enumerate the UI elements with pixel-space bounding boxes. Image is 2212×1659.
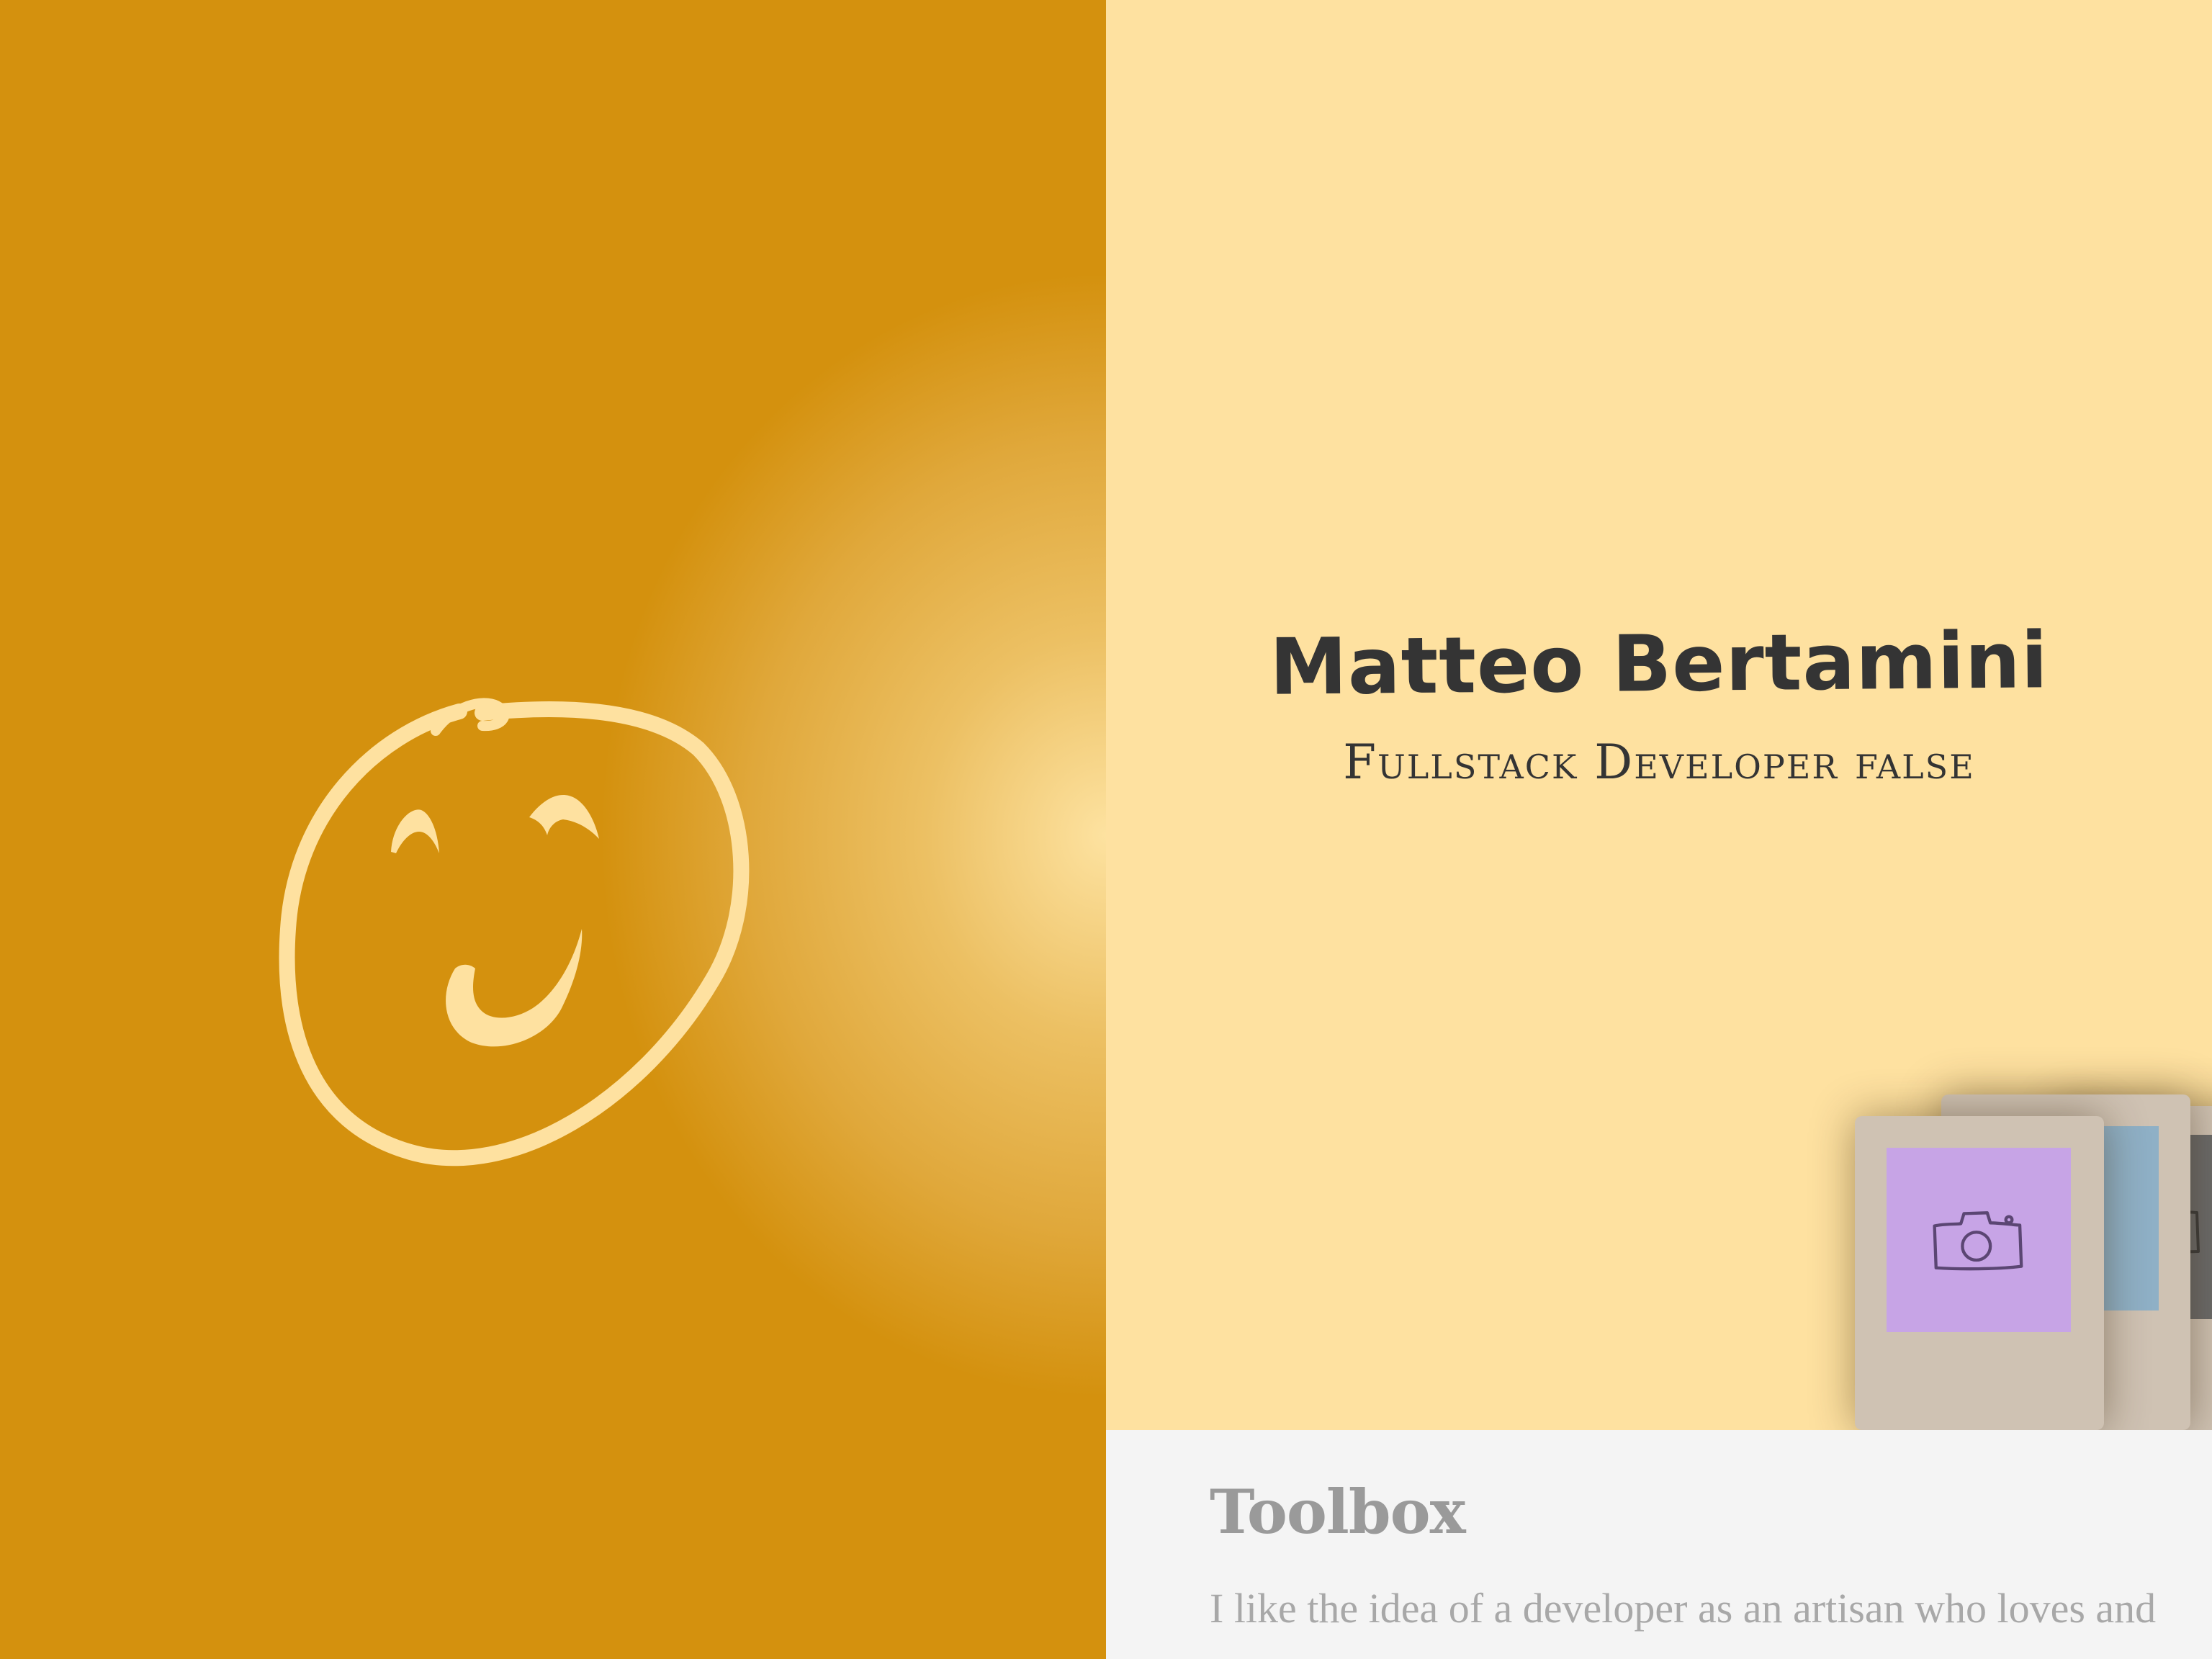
toolbox-description: I like the idea of a developer as an art…: [1210, 1585, 2157, 1632]
hero-name: Matteo Bertamini: [1269, 616, 2049, 713]
photo-gallery[interactable]: [1768, 1080, 2212, 1430]
photo-placeholder: [1887, 1148, 2071, 1332]
hero-logo-panel: [0, 0, 1106, 1659]
hero-section: Matteo Bertamini Fullstack Developer fal…: [1106, 0, 2212, 1430]
camera-icon: [1933, 1211, 2023, 1271]
toolbox-section: Toolbox I like the idea of a developer a…: [1106, 1430, 2212, 1659]
photo-card[interactable]: [1855, 1116, 2104, 1430]
smiley-face-icon: [279, 698, 750, 1166]
toolbox-title: Toolbox: [1210, 1476, 1466, 1547]
hero-subtitle: Fullstack Developer false: [1343, 734, 1975, 790]
